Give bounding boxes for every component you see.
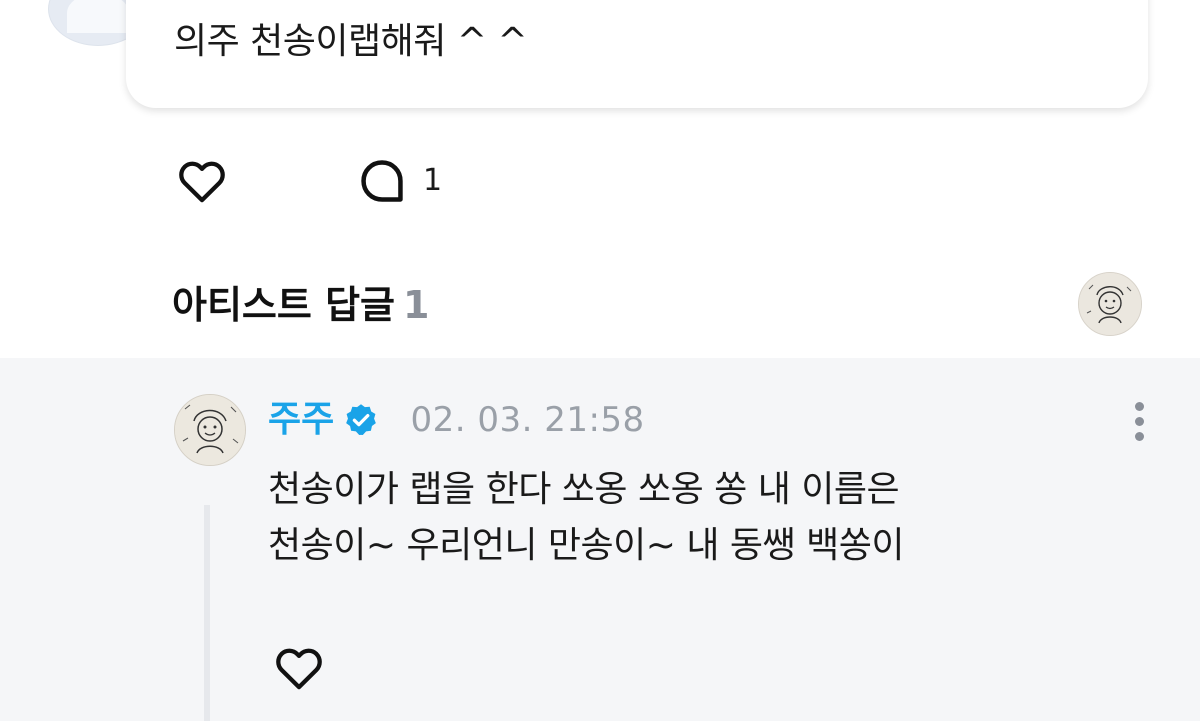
verified-badge-icon [346,404,377,435]
reply-text-line: 천송이~ 우리언니 만송이~ 내 동쌩 백쏭이 [268,525,904,566]
more-vertical-icon-dot [1135,432,1144,441]
reply-text: 천송이가 랩을 한다 쏘옹 쏘옹 쏭 내 이름은 천송이~ 우리언니 만송이~ … [268,462,1168,574]
comment-text: 의주 천송이랩해줘 ^ ^ [174,21,528,62]
more-vertical-icon-dot [1135,417,1144,426]
reply-author-name[interactable]: 주주 [268,398,334,442]
reply-like-button[interactable] [272,641,326,695]
reply-text-line: 천송이가 랩을 한다 쏘옹 쏘옹 쏭 내 이름은 [268,469,900,510]
heart-outline-icon [276,648,322,690]
comment-count: 1 [423,163,443,198]
reply-header: 주주 02. 03. 21:58 [268,398,645,442]
more-vertical-icon-dot [1135,402,1144,411]
artist-replies-count: 1 [403,283,430,327]
artist-replies-title: 아티스트 답글 [172,283,395,327]
avatar-shoulders-shape [67,0,129,33]
reply-timestamp: 02. 03. 21:58 [410,400,645,440]
speech-bubble-icon [361,160,403,202]
comment-button[interactable]: 1 [355,154,455,208]
like-button[interactable] [175,154,229,208]
reply-thread-line [204,505,210,721]
heart-outline-icon [179,161,225,203]
artist-replies-heading: 아티스트 답글 1 [172,280,429,330]
post-comment-area: 의주 천송이랩해줘 ^ ^ 1 아티스트 답글 1 [0,0,1200,358]
artist-doodle-face-icon [175,395,245,465]
more-options-button[interactable] [1124,398,1154,446]
artist-reply-section: 주주 02. 03. 21:58 천송이가 랩을 한다 쏘옹 쏘옹 쏭 내 이름… [0,358,1200,721]
artist-avatar-thumbnail[interactable] [1078,272,1142,336]
comment-bubble: 의주 천송이랩해줘 ^ ^ [126,0,1148,108]
artist-avatar[interactable] [174,394,246,466]
artist-doodle-face-icon [1079,273,1141,335]
